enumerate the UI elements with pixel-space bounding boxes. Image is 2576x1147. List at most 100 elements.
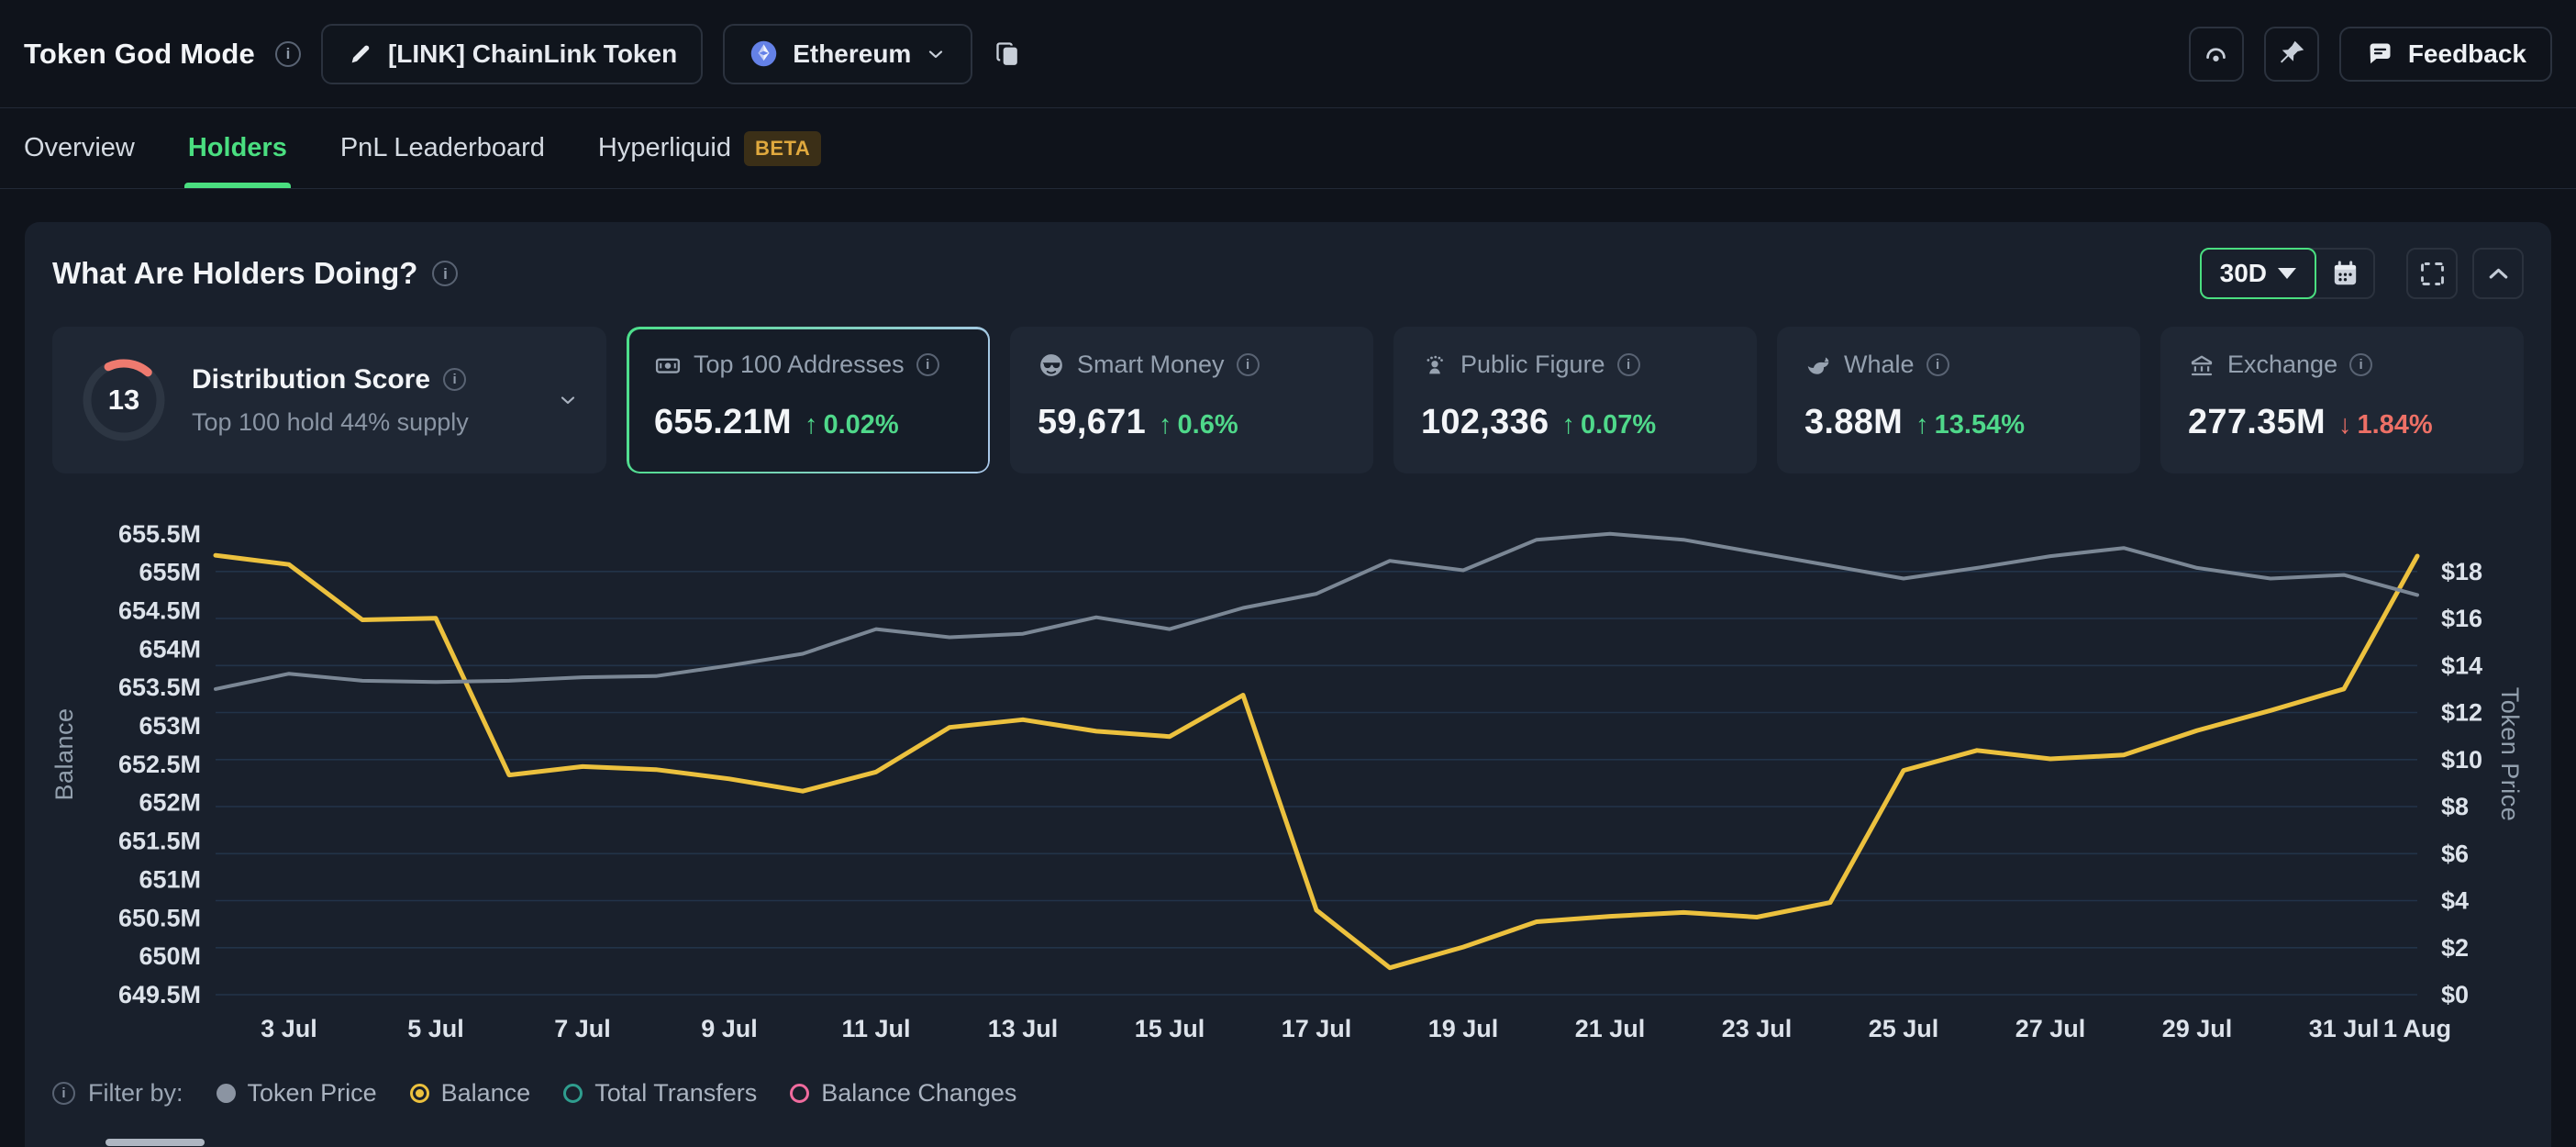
- stat-card-info-icon[interactable]: i: [1617, 353, 1640, 376]
- change-arrow-icon: ↓: [2338, 410, 2352, 440]
- filter-info-icon[interactable]: i: [52, 1082, 75, 1105]
- tab-overview[interactable]: Overview: [24, 108, 135, 188]
- network-selector[interactable]: Ethereum: [723, 24, 972, 84]
- copy-icon: [993, 39, 1023, 69]
- date-tick-label: 3 Jul: [261, 1015, 317, 1042]
- tab-pnl-label: PnL Leaderboard: [340, 133, 545, 163]
- ethereum-icon: [749, 39, 779, 69]
- stat-card-exchange[interactable]: Exchangei277.35M↓1.84%: [2160, 327, 2524, 473]
- stat-card-change: 1.84%: [2357, 410, 2432, 440]
- stat-card-whale[interactable]: Whalei3.88M↑13.54%: [1777, 327, 2140, 473]
- collapse-button[interactable]: [2472, 248, 2524, 299]
- chevron-down-icon: [925, 43, 947, 65]
- date-tick-label: 21 Jul: [1575, 1015, 1646, 1042]
- calendar-button[interactable]: [2309, 248, 2375, 299]
- copy-address-button[interactable]: [993, 39, 1023, 69]
- stat-card-value: 102,336: [1421, 403, 1549, 442]
- stat-card-info-icon[interactable]: i: [916, 353, 939, 376]
- stat-card-label: Public Figure: [1460, 351, 1605, 379]
- legend-label: Balance: [441, 1079, 531, 1108]
- stat-card-label: Top 100 Addresses: [694, 351, 905, 379]
- legend-swatch: [217, 1084, 236, 1103]
- tab-pnl-leaderboard[interactable]: PnL Leaderboard: [340, 108, 545, 188]
- date-tick-label: 23 Jul: [1722, 1015, 1793, 1042]
- chart-filter-row: i Filter by: Token Price Balance Total Tra…: [25, 1079, 2551, 1108]
- stat-card-info-icon[interactable]: i: [2349, 353, 2372, 376]
- distribution-score-value: 13: [80, 356, 168, 444]
- chevron-up-icon: [2483, 259, 2514, 289]
- date-tick-label: 25 Jul: [1869, 1015, 1939, 1042]
- stat-card-top-100-addresses[interactable]: Top 100 Addressesi655.21M↑0.02%: [627, 327, 990, 473]
- token-selector[interactable]: [LINK] ChainLink Token: [321, 24, 703, 84]
- horizontal-scrollbar-thumb[interactable]: [105, 1139, 205, 1146]
- filter-token-price[interactable]: Token Price: [217, 1079, 377, 1108]
- stat-card-info-icon[interactable]: i: [1926, 353, 1949, 376]
- tab-hyperliquid-label: Hyperliquid: [598, 133, 731, 163]
- date-tick-label: 19 Jul: [1428, 1015, 1499, 1042]
- balance-tick-label: 649.5M: [118, 981, 201, 1008]
- tab-holders-label: Holders: [188, 133, 287, 163]
- stat-card-value: 59,671: [1038, 403, 1146, 442]
- tab-holders[interactable]: Holders: [188, 108, 287, 188]
- insights-button[interactable]: [2189, 27, 2244, 82]
- date-tick-label: 17 Jul: [1282, 1015, 1352, 1042]
- timeframe-dropdown[interactable]: 30D: [2200, 248, 2316, 299]
- chevron-down-icon: [557, 389, 579, 411]
- holders-chart: 655.5M655M654.5M654M653.5M653M652.5M652M…: [25, 497, 2551, 1075]
- price-tick-label: $0: [2441, 981, 2469, 1008]
- legend-swatch: [790, 1084, 809, 1103]
- balance-tick-label: 650M: [139, 942, 201, 970]
- date-tick-label: 31 Jul: [2309, 1015, 2380, 1042]
- change-arrow-icon: ↑: [1561, 410, 1575, 440]
- balance-tick-label: 650.5M: [118, 904, 201, 931]
- tab-overview-label: Overview: [24, 133, 135, 163]
- feedback-button[interactable]: Feedback: [2339, 27, 2552, 82]
- info-icon[interactable]: i: [275, 41, 301, 67]
- holders-panel: What Are Holders Doing? i 30D: [25, 222, 2551, 1147]
- panel-info-icon[interactable]: i: [432, 261, 458, 286]
- stat-card-smart-money[interactable]: Smart Moneyi59,671↑0.6%: [1010, 327, 1373, 473]
- tab-hyperliquid[interactable]: Hyperliquid BETA: [598, 108, 821, 188]
- price-tick-label: $14: [2441, 651, 2482, 679]
- public-figure-icon: [1421, 351, 1449, 379]
- calendar-icon: [2330, 259, 2360, 289]
- bank-icon: [2188, 351, 2215, 379]
- date-tick-label: 5 Jul: [407, 1015, 464, 1042]
- filter-by-label: Filter by:: [88, 1079, 183, 1108]
- panel-header: What Are Holders Doing? i 30D: [25, 222, 2551, 299]
- balance-line: [216, 555, 2417, 967]
- date-tick-label: 9 Jul: [701, 1015, 758, 1042]
- stat-card-info-icon[interactable]: i: [1237, 353, 1260, 376]
- change-arrow-icon: ↑: [1159, 410, 1172, 440]
- pin-button[interactable]: [2264, 27, 2319, 82]
- price-tick-label: $12: [2441, 699, 2482, 727]
- balance-tick-label: 654M: [139, 635, 201, 663]
- beta-badge: BETA: [744, 131, 821, 166]
- token-selector-label: [LINK] ChainLink Token: [388, 39, 677, 69]
- stat-card-value: 277.35M: [2188, 403, 2326, 442]
- date-tick-label: 15 Jul: [1135, 1015, 1205, 1042]
- stat-card-value: 655.21M: [654, 403, 792, 442]
- whale-icon: [1804, 351, 1832, 379]
- fullscreen-button[interactable]: [2406, 248, 2458, 299]
- panel-controls: 30D: [2200, 248, 2524, 299]
- price-tick-label: $16: [2441, 605, 2482, 632]
- filter-balance-changes[interactable]: Balance Changes: [790, 1079, 1016, 1108]
- balance-tick-label: 652.5M: [118, 751, 201, 778]
- price-tick-label: $18: [2441, 558, 2482, 585]
- price-tick-label: $10: [2441, 746, 2482, 774]
- price-tick-label: $4: [2441, 887, 2469, 915]
- distribution-info-icon[interactable]: i: [443, 368, 466, 391]
- stat-card-public-figure[interactable]: Public Figurei102,336↑0.07%: [1393, 327, 1757, 473]
- distribution-score-card[interactable]: 13 Distribution Score i Top 100 hold 44%…: [52, 327, 606, 473]
- balance-tick-label: 653.5M: [118, 674, 201, 701]
- date-tick-label: 1 Aug: [2383, 1015, 2451, 1042]
- balance-tick-label: 653M: [139, 712, 201, 740]
- stat-card-change: 13.54%: [1935, 410, 2025, 440]
- filter-balance[interactable]: Balance: [410, 1079, 531, 1108]
- stat-card-value: 3.88M: [1804, 403, 1903, 442]
- distribution-score-label: Distribution Score: [192, 364, 430, 395]
- banknote-icon: [654, 351, 682, 379]
- balance-tick-label: 652M: [139, 789, 201, 817]
- filter-total-transfers[interactable]: Total Transfers: [563, 1079, 757, 1108]
